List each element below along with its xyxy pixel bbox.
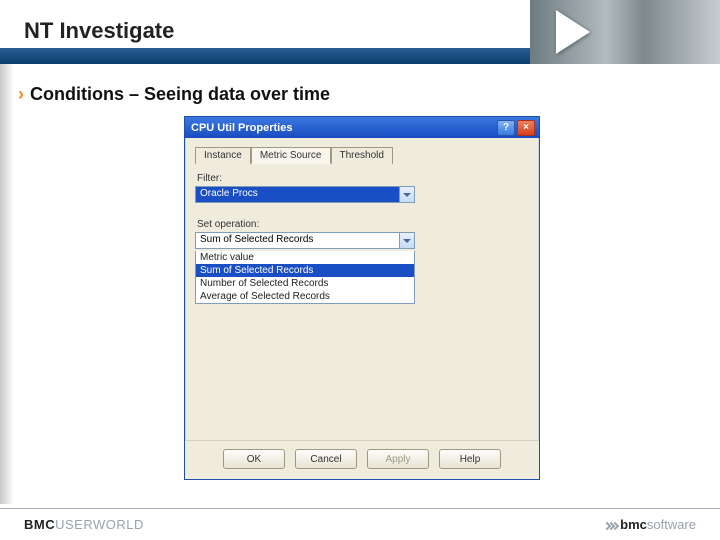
setop-dropdown-icon[interactable] xyxy=(399,233,414,248)
setop-label: Set operation: xyxy=(197,219,529,230)
properties-dialog: CPU Util Properties ? × Instance Metric … xyxy=(184,116,540,480)
dialog-body: Instance Metric Source Threshold Filter:… xyxy=(185,138,539,440)
list-item[interactable]: Number of Selected Records xyxy=(196,277,414,290)
filter-value: Oracle Procs xyxy=(196,187,399,202)
footer-right-logo: bmcsoftware xyxy=(604,517,696,532)
subtitle-text: Conditions – Seeing data over time xyxy=(30,84,330,104)
tab-instance[interactable]: Instance xyxy=(195,147,251,164)
footer-userworld: USERWORLD xyxy=(55,517,144,532)
close-button[interactable]: × xyxy=(517,120,535,136)
footer-software: software xyxy=(647,517,696,532)
ok-button[interactable]: OK xyxy=(223,449,285,469)
dialog-button-row: OK Cancel Apply Help xyxy=(185,440,539,479)
filter-dropdown-icon[interactable] xyxy=(399,187,414,202)
list-item[interactable]: Metric value xyxy=(196,251,414,264)
tab-row: Instance Metric Source Threshold xyxy=(195,146,529,163)
play-triangle-icon xyxy=(556,10,590,54)
tab-threshold[interactable]: Threshold xyxy=(331,147,393,164)
chevron-icon: › xyxy=(18,84,24,104)
slide-footer: BMCUSERWORLD bmcsoftware xyxy=(0,508,720,540)
dialog-titlebar[interactable]: CPU Util Properties ? × xyxy=(185,117,539,138)
footer-bmc: BMC xyxy=(24,517,55,532)
dialog-title: CPU Util Properties xyxy=(191,122,495,134)
setop-value: Sum of Selected Records xyxy=(196,233,399,248)
cancel-button[interactable]: Cancel xyxy=(295,449,357,469)
footer-left-logo: BMCUSERWORLD xyxy=(24,517,144,532)
help-button[interactable]: ? xyxy=(497,120,515,136)
left-gradient-edge xyxy=(0,64,14,504)
slide-header: NT Investigate xyxy=(0,0,720,70)
subtitle: › Conditions – Seeing data over time xyxy=(18,84,720,105)
setop-combo[interactable]: Sum of Selected Records xyxy=(195,232,415,249)
setop-listbox[interactable]: Metric value Sum of Selected Records Num… xyxy=(195,251,415,304)
help-button-bottom[interactable]: Help xyxy=(439,449,501,469)
list-item[interactable]: Average of Selected Records xyxy=(196,290,414,303)
filter-label: Filter: xyxy=(197,173,529,184)
footer-bmc2: bmc xyxy=(620,517,647,532)
apply-button[interactable]: Apply xyxy=(367,449,429,469)
tab-metric-source[interactable]: Metric Source xyxy=(251,147,331,164)
list-item[interactable]: Sum of Selected Records xyxy=(196,264,414,277)
slide-title: NT Investigate xyxy=(24,18,174,44)
filter-combo[interactable]: Oracle Procs xyxy=(195,186,415,203)
bmc-chevron-icon xyxy=(604,517,616,532)
